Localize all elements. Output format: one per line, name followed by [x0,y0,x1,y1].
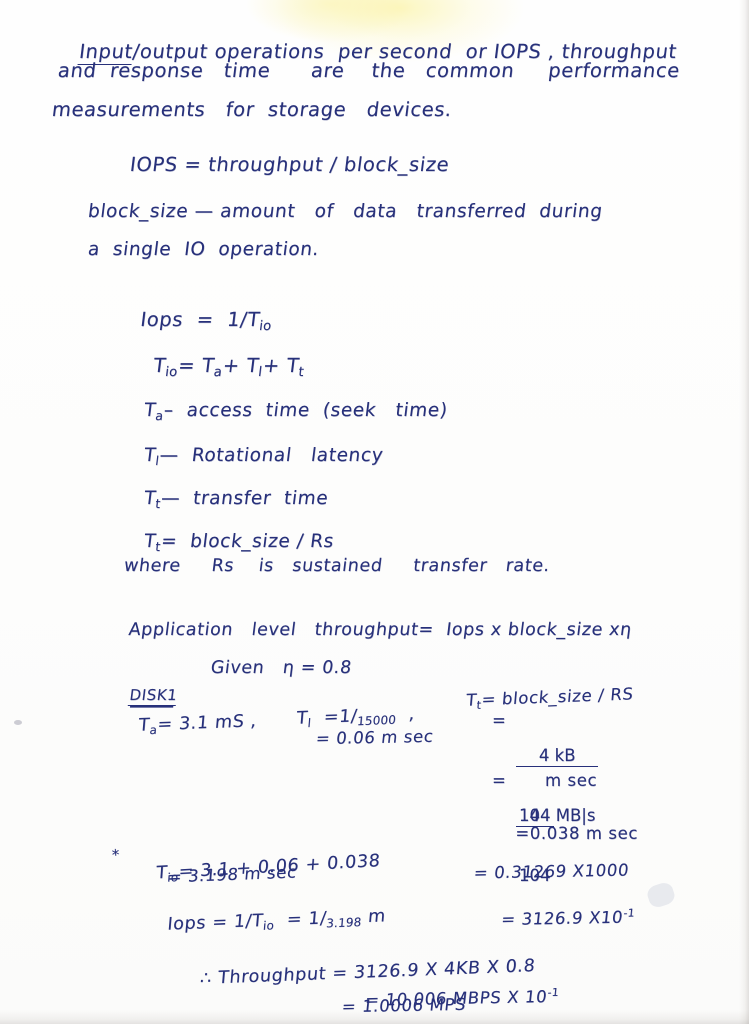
disk1-tl-den: 15000 [356,713,397,729]
ink-smudge [14,720,22,725]
disk1-ta-value: Ta= 3.1 mS , [111,694,259,756]
tio-calc-marker: * [111,845,121,865]
disk1-tt-final-equals: = [515,824,530,844]
definition-tt-text: — transfer time [159,488,330,510]
throughput-calc-line-3: = 1.0006 MPS [340,994,468,1017]
throughput-calc-line-2-exponent: -1 [546,986,560,1000]
disk1-tt-final-value: 0.038 m sec [529,824,639,844]
tio-equals-ta: = T [176,354,216,378]
iops-reciprocal-tio-sub: io [258,319,273,335]
iops-calc-label: Iops [166,913,207,936]
application-throughput-rhs: = Iops x block_size x [417,620,622,641]
handwritten-note-page: Input/output operations per second or IO… [0,0,749,1024]
given-value: η = 0.8 [281,658,353,679]
blocksize-definition-line-2: a single IO operation. [86,239,321,260]
plus-tl: + T [221,354,261,378]
paper-edge-right [739,0,749,1024]
application-throughput-label: Application level throughput [127,620,420,641]
throughput-calc-label: Throughput [217,964,327,989]
disk1-tt-fraction-2-unit: m sec [545,771,598,790]
disk1-ta-text: = 3.1 mS , [156,711,258,736]
iops-calc-result-2-exponent: -1 [622,906,636,921]
intro-line-2: and response time are the common perform… [56,59,682,82]
iops-reciprocal-equals: = [181,308,229,332]
tio-subscript: io [164,365,179,381]
disk1-tt-final: =0.038 m sec [492,808,638,860]
given-eta: Given η = 0.8 [183,641,355,696]
application-throughput-formula: Application level throughput= Iops x blo… [101,603,636,658]
given-label: Given [209,658,266,679]
iops-calc-result-1: = 0.31269 X1000 [472,860,631,883]
disk1-tt-text: = block_size / RS [480,684,635,710]
eta-symbol: η [618,620,634,641]
blocksize-definition-line-1: block_size — amount of data transferred … [86,201,604,222]
iops-definition: IOPS = throughput / block_size [128,153,451,176]
iops-calc-eq-2: = [285,909,303,931]
iops-calc-den-2: 3.198 [325,915,362,931]
iops-reciprocal-label: Iops [139,308,185,332]
iops-calc-result-2: = 3126.9 X10-1 [475,891,637,947]
disk1-tt-equals-3: = [492,771,507,790]
iops-calc-unit: m [367,906,387,928]
iops-calc-eq-1: = [211,912,229,934]
tt-formula-text: = block_size / Rs [159,531,336,553]
disk1-tt-equals-2: = [492,711,507,730]
disk1-tl-result: = 0.06 m sec [314,726,435,749]
definition-tl-text: — Rotational latency [158,445,385,467]
rs-sustained-rate-note: where Rs is sustained transfer rate. [122,556,552,576]
definition-ta-text: – access time (seek time) [162,400,449,422]
intro-line-3: measurements for storage devices. [50,98,454,121]
plus-tt: + T [261,354,301,378]
iops-calc-result-2-text: = 3126.9 X10 [500,908,625,930]
disk1-tt-fraction-1-numerator: 4 kB [516,746,599,767]
